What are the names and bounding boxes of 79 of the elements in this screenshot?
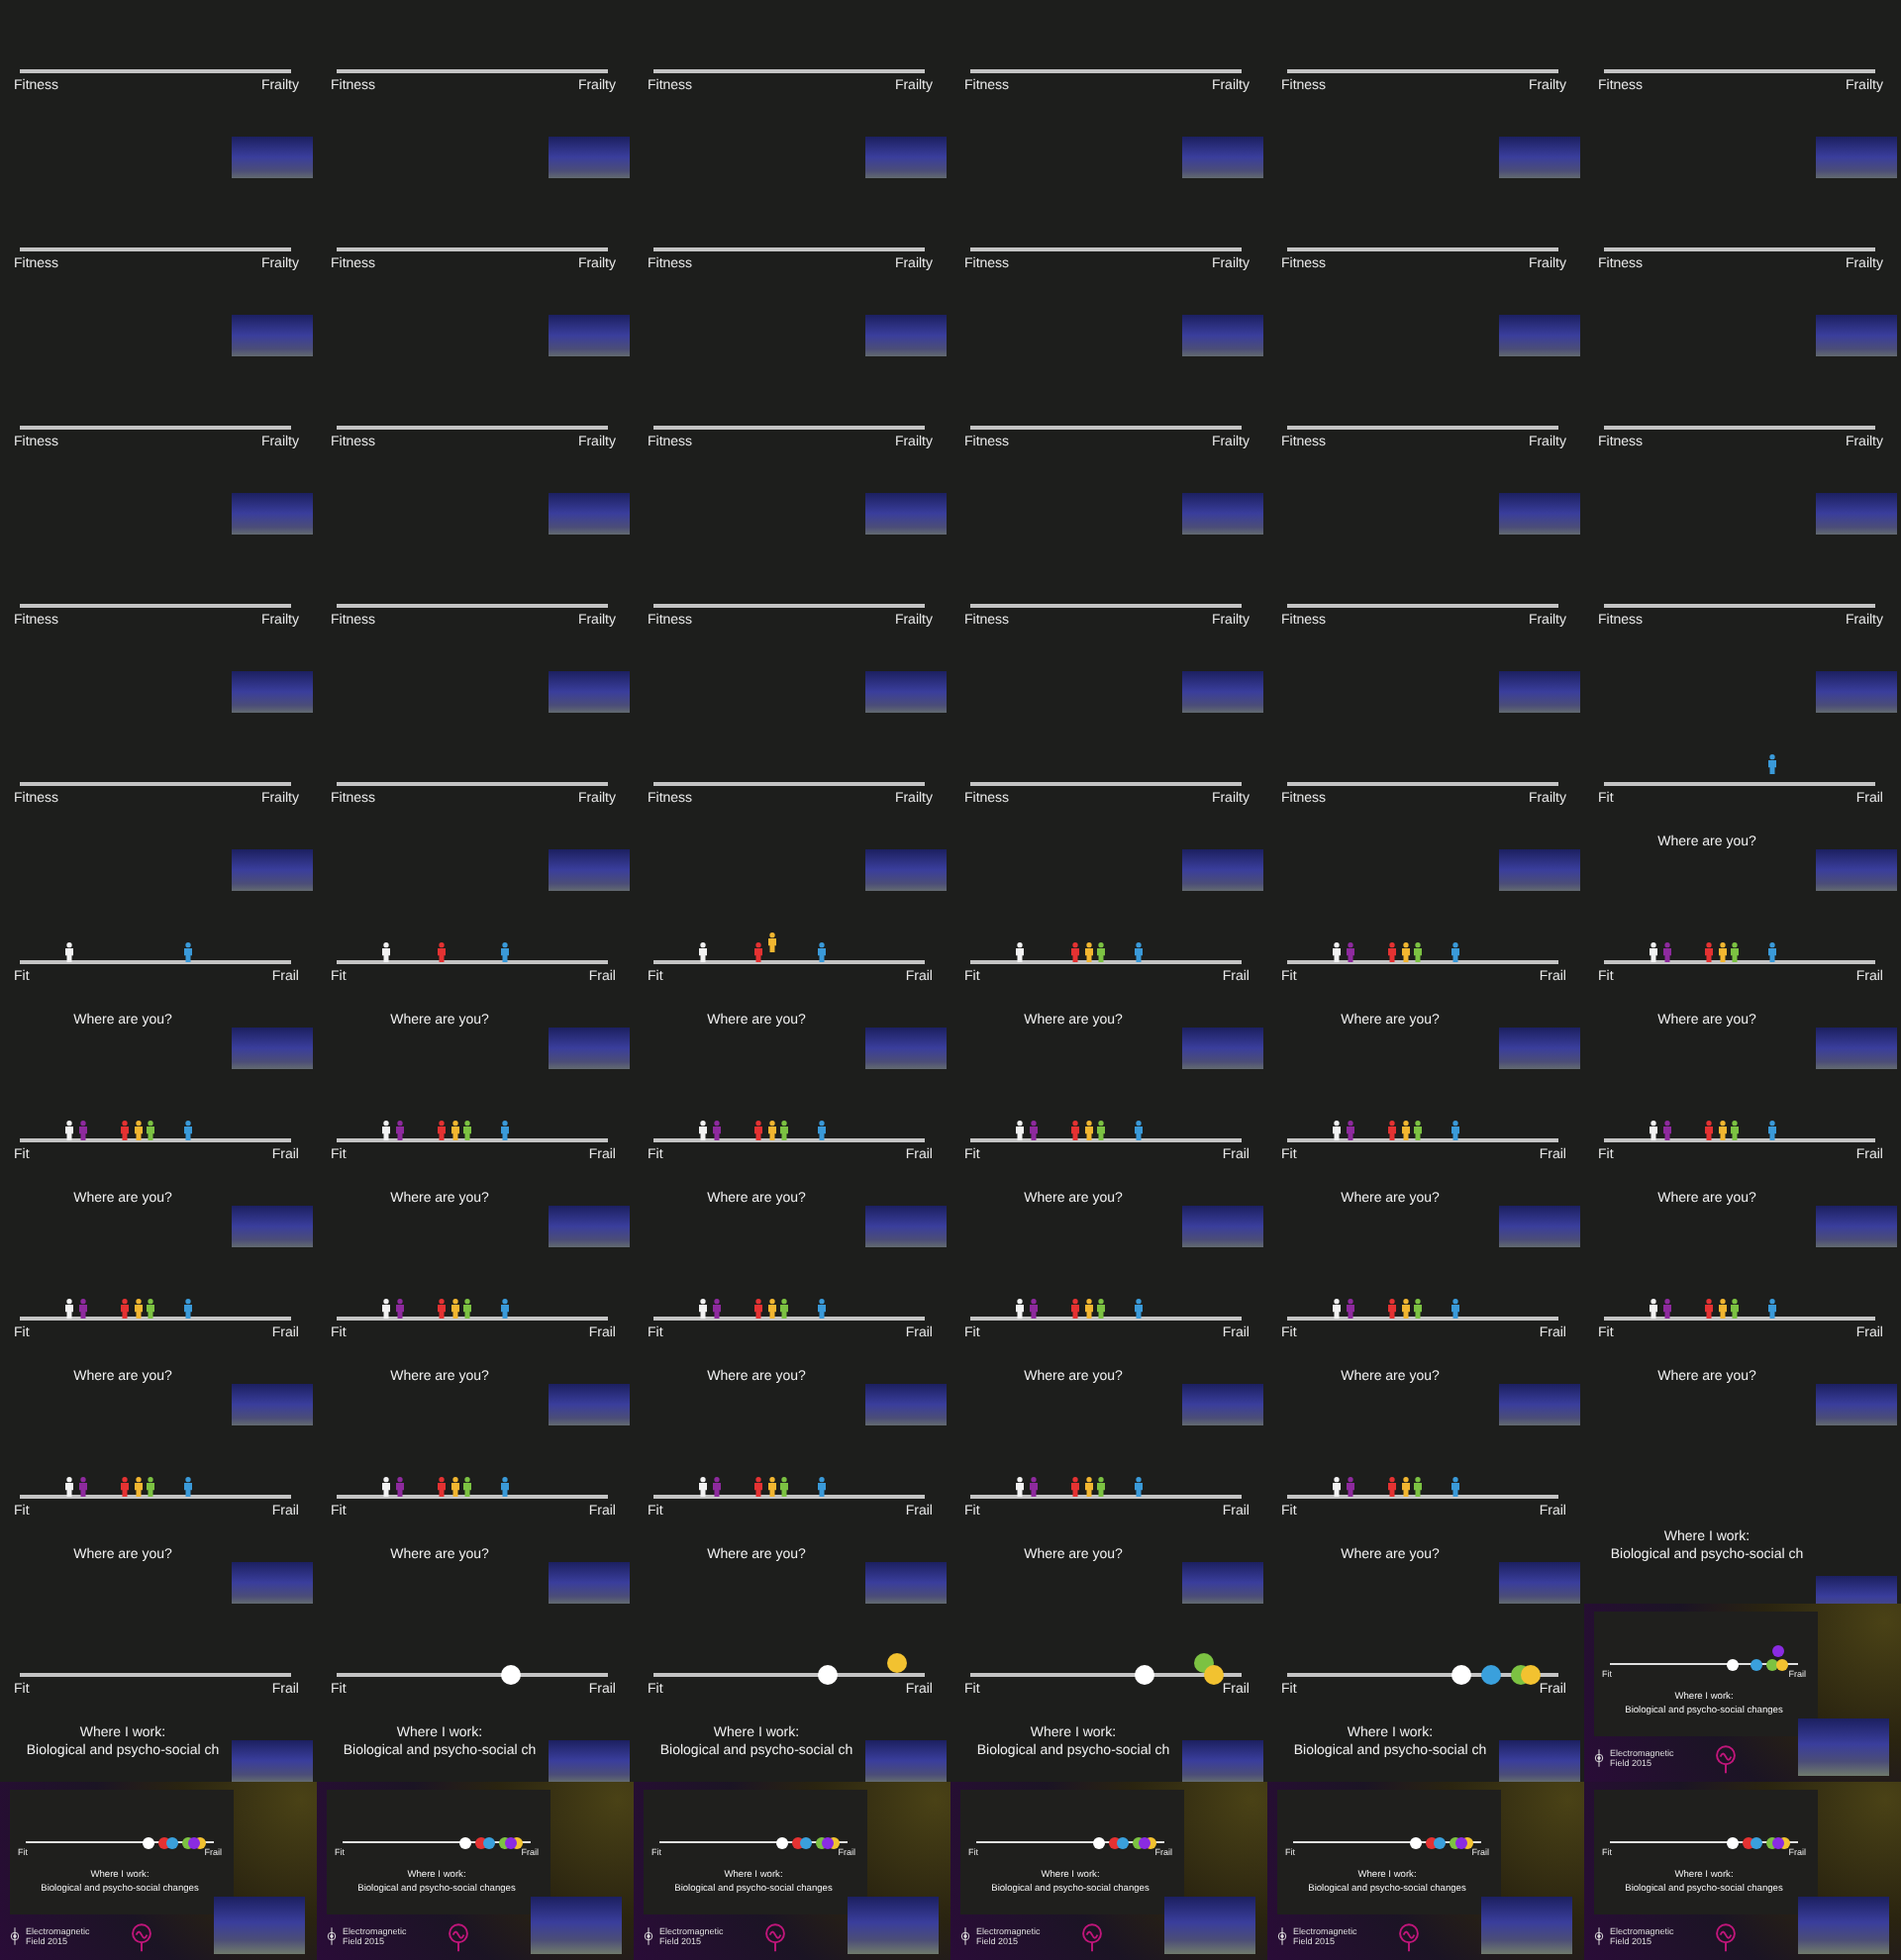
photo-placeholder: [549, 137, 630, 178]
swirl-icon: [1715, 1742, 1738, 1774]
photo-placeholder: [848, 1897, 939, 1954]
photo-placeholder: [549, 1028, 630, 1069]
photo-placeholder: [232, 1562, 313, 1604]
swirl-icon: [1398, 1920, 1421, 1952]
photo-placeholder: [1499, 1206, 1580, 1247]
photo-placeholder: [232, 1028, 313, 1069]
photo-placeholder: [1499, 1740, 1580, 1782]
logo-icon: [327, 1926, 337, 1946]
photo-placeholder: [1182, 1028, 1263, 1069]
photo-placeholder: [1182, 137, 1263, 178]
photo-placeholder: [232, 1206, 313, 1247]
photo-placeholder: [549, 493, 630, 535]
logo-icon: [1594, 1748, 1604, 1768]
photo-placeholder: [1816, 315, 1897, 356]
photo-placeholder: [865, 671, 947, 713]
photo-placeholder: [1798, 1718, 1889, 1776]
photo-placeholder: [1798, 1897, 1889, 1954]
photo-placeholder: [865, 1562, 947, 1604]
photo-placeholder: [549, 1384, 630, 1425]
logo-icon: [644, 1926, 653, 1946]
photo-placeholder: [214, 1897, 305, 1954]
photo-placeholder: [1182, 849, 1263, 891]
photo-placeholder: [1182, 1562, 1263, 1604]
photo-placeholder: [1499, 1384, 1580, 1425]
logo-icon: [1594, 1926, 1604, 1946]
photo-placeholder: [865, 849, 947, 891]
photo-placeholder: [1816, 1384, 1897, 1425]
photo-placeholder: [232, 671, 313, 713]
photo-placeholder: [1816, 137, 1897, 178]
photo-placeholder: [549, 849, 630, 891]
photo-placeholder: [1182, 493, 1263, 535]
photo-placeholder: [549, 671, 630, 713]
photo-placeholder: [865, 137, 947, 178]
photo-placeholder: [1816, 493, 1897, 535]
photo-placeholder: [1182, 315, 1263, 356]
photo-placeholder: [1164, 1897, 1255, 1954]
swirl-icon: [131, 1920, 153, 1952]
photo-placeholder: [1481, 1897, 1572, 1954]
photo-placeholder: [1182, 671, 1263, 713]
photo-placeholder: [865, 1384, 947, 1425]
photo-placeholder: [1499, 1562, 1580, 1604]
photo-placeholder: [1182, 1384, 1263, 1425]
photo-placeholder: [865, 315, 947, 356]
photo-placeholder: [531, 1897, 622, 1954]
photo-placeholder: [865, 1740, 947, 1782]
swirl-icon: [448, 1920, 470, 1952]
swirl-icon: [764, 1920, 787, 1952]
photo-placeholder: [1816, 1206, 1897, 1247]
photo-placeholder: [549, 1206, 630, 1247]
photo-placeholder: [865, 1206, 947, 1247]
photo-placeholder: [232, 1384, 313, 1425]
swirl-icon: [1081, 1920, 1104, 1952]
photo-placeholder: [1499, 671, 1580, 713]
logo-icon: [10, 1926, 20, 1946]
photo-placeholder: [232, 849, 313, 891]
photo-placeholder: [232, 137, 313, 178]
photo-placeholder: [549, 315, 630, 356]
photo-placeholder: [1816, 849, 1897, 891]
photo-placeholder: [549, 1562, 630, 1604]
swirl-icon: [1715, 1920, 1738, 1952]
photo-placeholder: [1499, 315, 1580, 356]
photo-placeholder: [865, 493, 947, 535]
photo-placeholder: [1499, 849, 1580, 891]
photo-placeholder: [232, 493, 313, 535]
photo-placeholder: [232, 315, 313, 356]
photo-placeholder: [1182, 1206, 1263, 1247]
photo-placeholder: [1499, 137, 1580, 178]
photo-placeholder: [549, 1740, 630, 1782]
photo-placeholder: [1499, 493, 1580, 535]
photo-placeholder: [1182, 1740, 1263, 1782]
logo-icon: [960, 1926, 970, 1946]
photo-placeholder: [865, 1028, 947, 1069]
photo-placeholder: [1816, 671, 1897, 713]
photo-placeholder: [1499, 1028, 1580, 1069]
logo-icon: [1277, 1926, 1287, 1946]
photo-placeholder: [232, 1740, 313, 1782]
photo-placeholder: [1816, 1028, 1897, 1069]
